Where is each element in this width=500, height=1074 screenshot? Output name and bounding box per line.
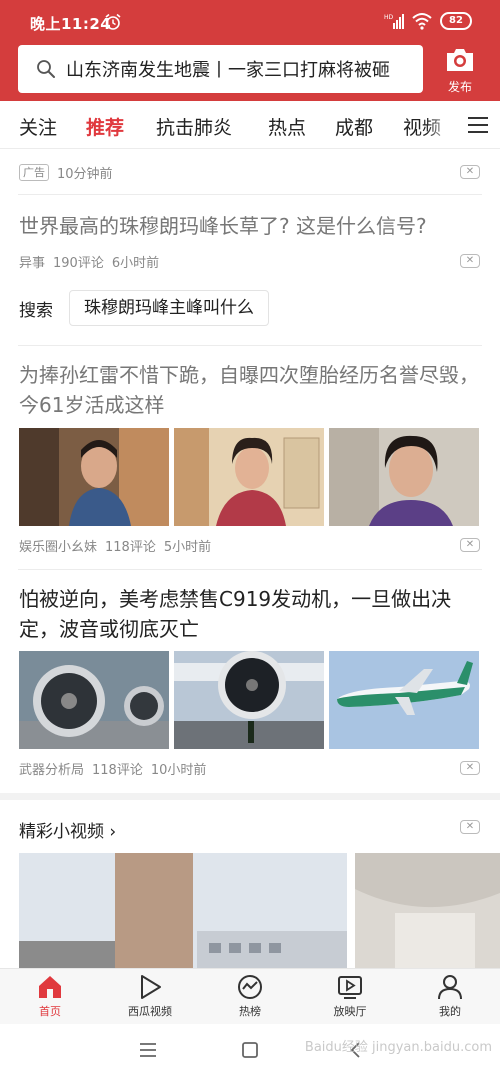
thumbnail-image <box>329 651 479 749</box>
tab-recommend[interactable]: 推荐 <box>86 113 124 140</box>
thumbnail-image <box>174 428 324 526</box>
play-icon <box>141 975 161 999</box>
dismiss-button[interactable]: ✕ <box>460 761 480 775</box>
video-card[interactable] <box>19 853 347 968</box>
status-icons: HD 82 <box>384 12 472 30</box>
article-meta: 武器分析局 118评论 10小时前 <box>19 759 206 778</box>
home-square-icon[interactable] <box>240 1041 260 1059</box>
svg-text:HD: HD <box>384 14 394 21</box>
dismiss-button[interactable]: ✕ <box>460 254 480 268</box>
tv-icon <box>338 976 362 999</box>
app-header: 晚上11:24 HD 82 山东济南发生地震丨一家三口打麻将被砸 发布 <box>0 0 500 101</box>
article-title[interactable]: 世界最高的珠穆朗玛峰长草了? 这是什么信号? <box>19 211 482 241</box>
nav-label: 西瓜视频 <box>128 1005 172 1018</box>
article-title[interactable]: 为捧孙红雷不惜下跪，自曝四次堕胎经历名誉尽毁，今61岁活成这样 <box>19 360 482 420</box>
search-input[interactable]: 山东济南发生地震丨一家三口打麻将被砸 <box>18 45 423 93</box>
article-comments: 190评论 <box>53 256 104 271</box>
search-icon <box>37 60 55 78</box>
alarm-icon <box>105 13 121 30</box>
nav-hot-list[interactable]: 热榜 <box>210 973 290 1019</box>
nav-xigua-video[interactable]: 西瓜视频 <box>110 973 190 1019</box>
nav-theater[interactable]: 放映厅 <box>310 973 390 1019</box>
ad-meta: 广告 10分钟前 <box>19 163 113 182</box>
article-meta: 异事 190评论 6小时前 <box>19 252 159 271</box>
status-time: 晚上11:24 <box>30 15 112 33</box>
home-icon <box>39 976 61 998</box>
channel-tabs: 关注 推荐 抗击肺炎 热点 成都 视频 <box>0 101 500 149</box>
battery-indicator: 82 <box>440 12 472 30</box>
search-query: 山东济南发生地震丨一家三口打麻将被砸 <box>66 60 390 81</box>
video-section-label: 精彩小视频 <box>19 822 104 842</box>
publish-button[interactable]: 发布 <box>432 46 488 95</box>
article-comments: 118评论 <box>105 540 156 555</box>
article-source: 异事 <box>19 256 46 271</box>
system-nav-bar: Baidu经验 jingyan.baidu.com <box>0 1024 500 1074</box>
divider <box>18 194 482 195</box>
article-comments: 118评论 <box>92 763 143 778</box>
video-section-title[interactable]: 精彩小视频 › <box>19 817 116 842</box>
news-feed: 广告 10分钟前 ✕ 世界最高的珠穆朗玛峰长草了? 这是什么信号? 异事 190… <box>0 150 500 968</box>
related-search: 搜索 珠穆朗玛峰主峰叫什么 <box>19 290 269 326</box>
bottom-nav: 首页 西瓜视频 热榜 放映厅 我的 <box>0 968 500 1024</box>
menu-icon[interactable] <box>138 1041 158 1059</box>
article-thumbnails[interactable] <box>19 651 481 749</box>
article-time: 10小时前 <box>150 763 207 778</box>
tab-fight-pneumonia[interactable]: 抗击肺炎 <box>156 113 232 140</box>
article-title[interactable]: 怕被逆向，美考虑禁售C919发动机，一旦做出决定，波音或彻底灭亡 <box>19 584 482 644</box>
ad-time: 10分钟前 <box>57 167 113 182</box>
nav-label: 放映厅 <box>333 1005 367 1018</box>
dismiss-button[interactable]: ✕ <box>460 820 480 834</box>
nav-home[interactable]: 首页 <box>10 973 90 1019</box>
menu-icon[interactable] <box>466 115 490 135</box>
watermark: Baidu经验 jingyan.baidu.com <box>304 1040 492 1055</box>
video-cards <box>19 853 500 968</box>
ad-badge: 广告 <box>19 164 49 181</box>
related-search-label: 搜索 <box>19 300 53 321</box>
tab-hot[interactable]: 热点 <box>268 113 306 140</box>
divider <box>18 345 482 346</box>
camera-icon <box>447 49 473 71</box>
chevron-right-icon: › <box>109 822 117 842</box>
section-divider <box>0 793 500 800</box>
article-source: 娱乐圈小幺妹 <box>19 540 98 555</box>
article-time: 5小时前 <box>163 540 212 555</box>
tab-chengdu[interactable]: 成都 <box>335 113 373 140</box>
tab-following[interactable]: 关注 <box>19 113 57 140</box>
dismiss-button[interactable]: ✕ <box>460 538 480 552</box>
divider <box>18 569 482 570</box>
publish-label: 发布 <box>447 80 472 94</box>
article-meta: 娱乐圈小幺妹 118评论 5小时前 <box>19 536 211 555</box>
nav-label: 热榜 <box>239 1005 261 1018</box>
thumbnail-image <box>19 651 169 749</box>
trending-icon <box>238 975 262 999</box>
article-thumbnails[interactable] <box>19 428 481 526</box>
status-bar: 晚上11:24 HD 82 <box>0 0 500 44</box>
dismiss-button[interactable]: ✕ <box>460 165 480 179</box>
article-source: 武器分析局 <box>19 763 85 778</box>
thumbnail-image <box>19 428 169 526</box>
user-icon <box>438 975 462 1000</box>
nav-label: 我的 <box>439 1005 461 1018</box>
thumbnail-image <box>329 428 479 526</box>
thumbnail-image <box>174 651 324 749</box>
wifi-icon <box>412 13 432 30</box>
signal-icon: HD <box>384 14 404 29</box>
nav-mine[interactable]: 我的 <box>410 973 490 1019</box>
related-search-chip[interactable]: 珠穆朗玛峰主峰叫什么 <box>69 290 269 326</box>
nav-label: 首页 <box>39 1005 61 1018</box>
video-card[interactable] <box>355 853 500 968</box>
article-time: 6小时前 <box>111 256 160 271</box>
tabs-fade <box>426 101 456 148</box>
